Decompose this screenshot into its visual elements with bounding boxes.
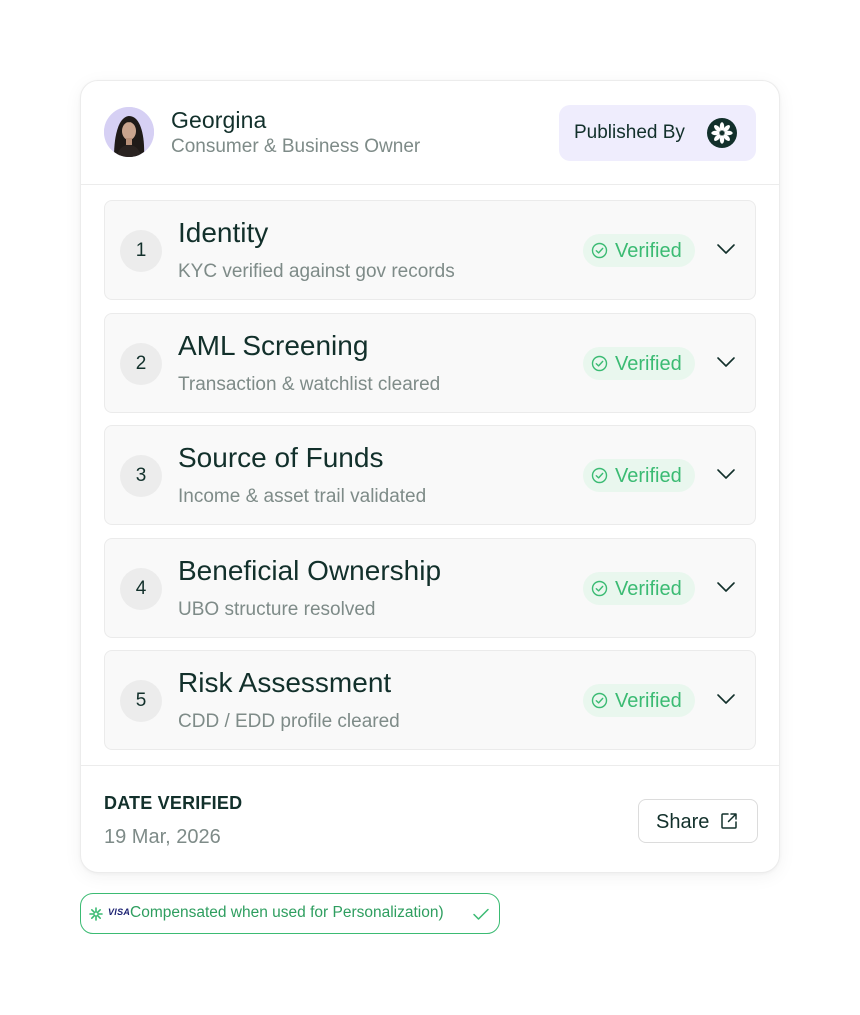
step-title: Risk Assessment — [178, 667, 392, 698]
check-circle-icon — [591, 355, 608, 371]
starburst-logo-icon — [707, 118, 737, 148]
verification-steps-list: 1 Identity KYC verified against gov reco… — [104, 200, 756, 763]
step-number: 1 — [120, 230, 162, 272]
check-circle-icon — [591, 242, 608, 259]
date-verified-label: DATE VERIFIED — [104, 793, 243, 813]
avatar-image — [104, 107, 154, 157]
status-label: Verified — [615, 240, 682, 262]
status-label: Verified — [615, 465, 682, 487]
published-by-button[interactable]: Published By — [559, 105, 756, 161]
step-number: 4 — [120, 567, 162, 610]
status-label: Verified — [615, 577, 682, 600]
chevron-down-icon[interactable] — [716, 580, 736, 594]
step-number: 3 — [120, 455, 162, 497]
check-circle-icon — [591, 467, 608, 484]
date-verified-value: 19 Mar, 2026 — [104, 826, 221, 848]
chevron-down-icon[interactable] — [716, 467, 736, 481]
step-item-beneficial-ownership[interactable]: 4 Beneficial Ownership UBO structure res… — [104, 537, 756, 638]
check-icon — [473, 908, 489, 920]
step-number: 5 — [120, 680, 162, 722]
status-badge: Verified — [583, 571, 695, 605]
step-number: 2 — [120, 342, 162, 385]
published-by-label: Published By — [574, 122, 685, 143]
chevron-down-icon[interactable] — [716, 355, 736, 369]
user-name: Georgina — [171, 107, 267, 133]
external-link-icon — [721, 813, 737, 829]
personalization-consent-pill[interactable]: VISA Compensated when used for Personali… — [80, 893, 500, 934]
share-label: Share — [656, 811, 710, 833]
card-footer: DATE VERIFIED 19 Mar, 2026 Share — [81, 765, 779, 872]
verification-card: Georgina Consumer & Business Owner Publi… — [80, 80, 780, 873]
status-badge: Verified — [583, 684, 695, 717]
status-label: Verified — [615, 352, 682, 375]
check-circle-icon — [591, 692, 608, 709]
status-badge: Verified — [583, 346, 695, 380]
step-subtitle: UBO structure resolved — [178, 598, 376, 620]
step-title: Beneficial Ownership — [178, 554, 442, 586]
step-item-aml-screening[interactable]: 2 AML Screening Transaction & watchlist … — [104, 312, 756, 413]
status-label: Verified — [615, 690, 682, 712]
status-badge: Verified — [583, 234, 695, 267]
step-title: AML Screening — [178, 329, 369, 361]
step-subtitle: Income & asset trail validated — [178, 486, 427, 507]
status-badge: Verified — [583, 459, 695, 492]
user-role: Consumer & Business Owner — [171, 136, 421, 157]
step-item-risk-assessment[interactable]: 5 Risk Assessment CDD / EDD profile clea… — [104, 650, 756, 750]
step-item-source-of-funds[interactable]: 3 Source of Funds Income & asset trail v… — [104, 425, 756, 525]
chevron-down-icon[interactable] — [716, 692, 736, 706]
visa-logo: VISA — [108, 907, 131, 917]
step-subtitle: KYC verified against gov records — [178, 261, 455, 282]
step-subtitle: Transaction & watchlist cleared — [178, 373, 441, 395]
avatar — [104, 107, 154, 157]
sparkle-gear-icon — [89, 907, 103, 921]
step-title: Identity — [178, 217, 269, 248]
card-header: Georgina Consumer & Business Owner Publi… — [81, 81, 779, 185]
share-button[interactable]: Share — [638, 799, 758, 843]
step-subtitle: CDD / EDD profile cleared — [178, 711, 400, 732]
chevron-down-icon[interactable] — [716, 242, 736, 256]
step-title: Source of Funds — [178, 442, 384, 473]
consent-text: Compensated when used for Personalizatio… — [130, 904, 444, 921]
step-item-identity[interactable]: 1 Identity KYC verified against gov reco… — [104, 200, 756, 300]
check-circle-icon — [591, 580, 608, 596]
